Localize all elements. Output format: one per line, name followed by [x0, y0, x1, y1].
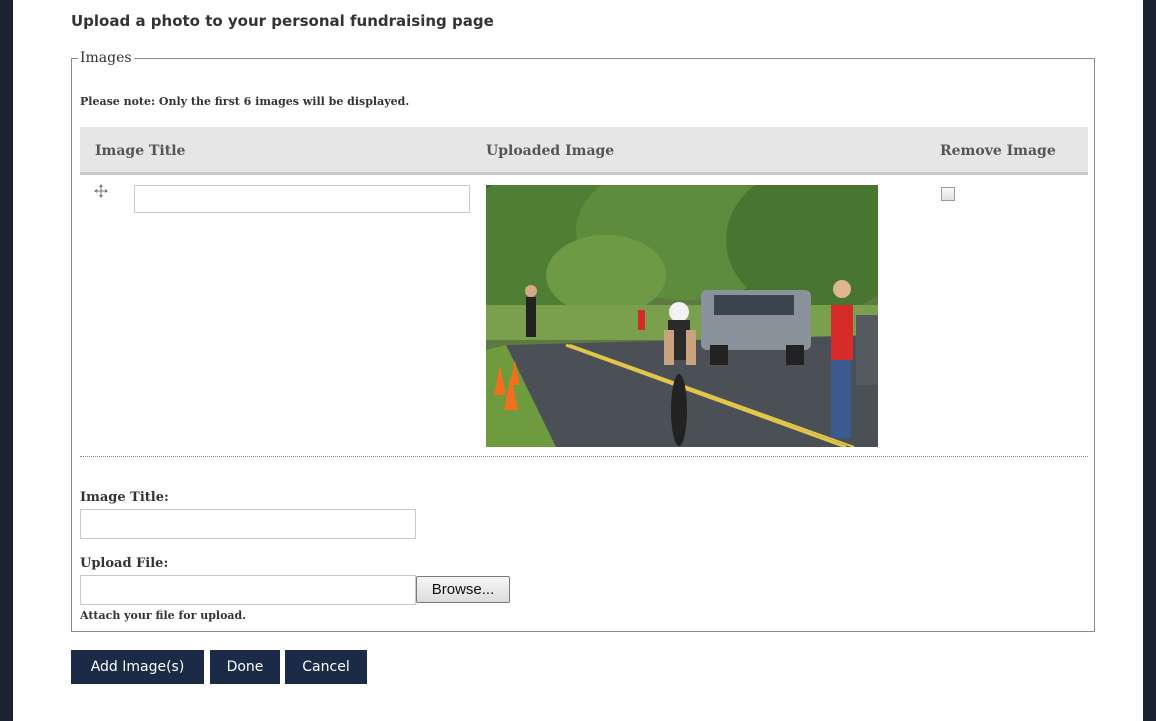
upload-file-label: Upload File: — [80, 556, 169, 571]
image-title-label: Image Title: — [80, 490, 169, 505]
upload-file-input[interactable] — [80, 575, 416, 605]
upload-hint: Attach your file for upload. — [80, 609, 247, 622]
column-header-uploaded-image: Uploaded Image — [486, 143, 615, 159]
images-legend: Images — [80, 50, 132, 66]
cancel-button[interactable]: Cancel — [285, 650, 367, 684]
images-fieldset: Images Please note: Only the first 6 ima… — [71, 50, 1095, 632]
column-header-image-title: Image Title — [95, 143, 186, 159]
row-divider — [80, 456, 1088, 457]
uploaded-image — [486, 185, 878, 447]
remove-image-checkbox[interactable] — [941, 187, 955, 201]
images-note: Please note: Only the first 6 images wil… — [80, 95, 410, 108]
content-panel: Upload a photo to your personal fundrais… — [13, 0, 1143, 721]
row-image-title-input[interactable] — [134, 185, 470, 213]
image-title-input[interactable] — [80, 509, 416, 539]
add-images-button[interactable]: Add Image(s) — [71, 650, 204, 684]
page-heading: Upload a photo to your personal fundrais… — [71, 12, 494, 30]
column-header-remove-image: Remove Image — [940, 143, 1056, 159]
browse-button[interactable]: Browse... — [416, 576, 510, 603]
images-table-header: Image Title Uploaded Image Remove Image — [80, 127, 1088, 175]
done-button[interactable]: Done — [210, 650, 280, 684]
move-drag-icon[interactable] — [94, 184, 108, 198]
